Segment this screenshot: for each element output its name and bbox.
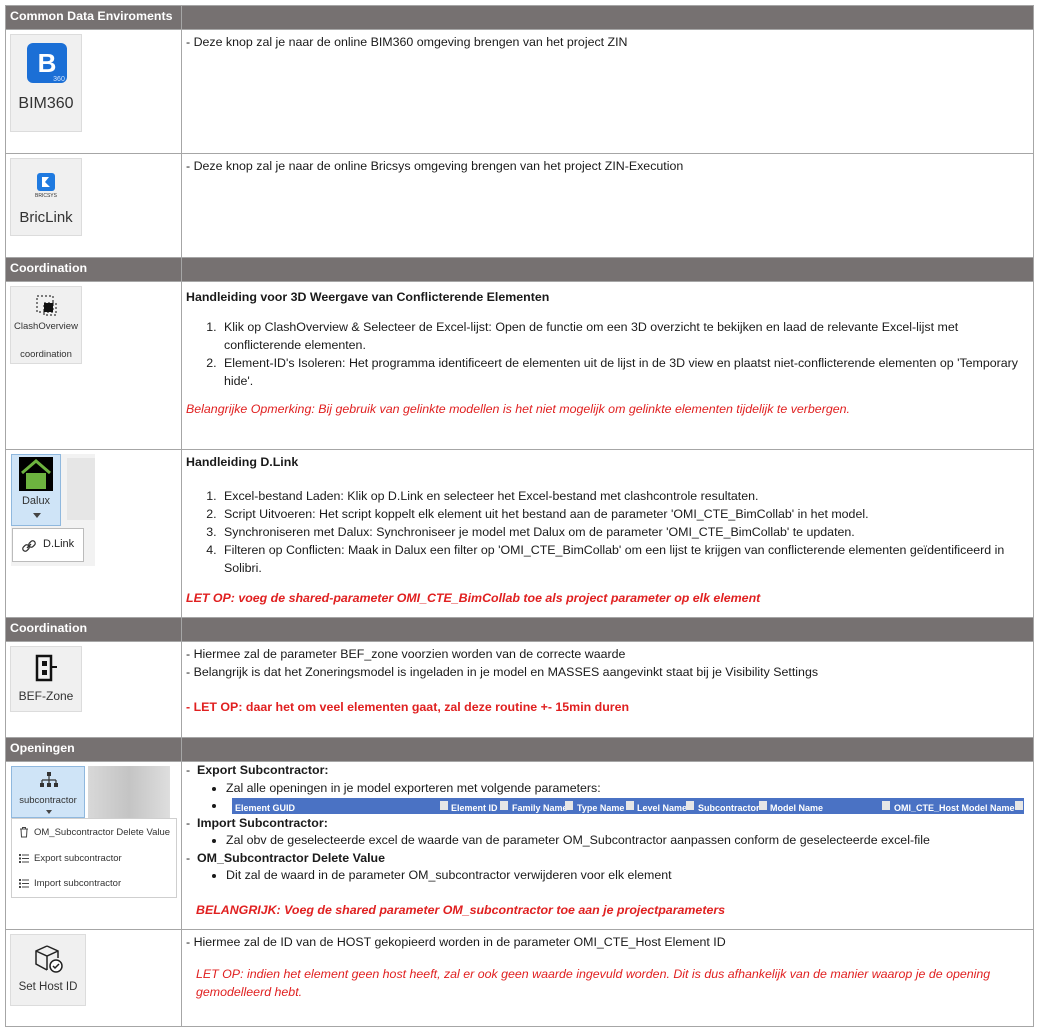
dash: -	[186, 763, 191, 777]
documentation-table: Common Data Enviroments B 360 BIM360 - D…	[5, 5, 1034, 1027]
excel-column-header: Type Name	[577, 802, 625, 813]
section-header-coordination-2: Coordination	[6, 618, 1033, 642]
row-subcontractor: subcontractor OM_Subcontractor Delete Va…	[6, 762, 1033, 930]
bim360-logo-icon: B 360	[27, 43, 67, 83]
row-dlink: Dalux D.Link Handleiding D.Link Excel-be…	[6, 450, 1033, 618]
dlink-heading: Handleiding D.Link	[186, 455, 299, 469]
dlink-step: Synchroniseren met Dalux: Synchroniseer …	[220, 523, 1033, 541]
export-bullet: Zal alle openingen in je model exportere…	[226, 780, 1033, 798]
clash-step: Element-ID's Isoleren: Het programma ide…	[220, 354, 1033, 390]
briclink-button[interactable]: BRICSYS BricLink	[10, 158, 82, 236]
trash-icon	[20, 827, 28, 838]
befzone-note: - LET OP: daar het om veel elementen gaa…	[186, 700, 630, 714]
subcontractor-label: subcontractor	[19, 795, 77, 806]
briclink-label: BricLink	[19, 209, 73, 226]
excel-column-header: OMI_CTE_Host Model Name	[894, 802, 1015, 813]
list-icon	[19, 879, 29, 888]
cube-check-icon	[35, 945, 63, 973]
section-header-cde: Common Data Enviroments	[6, 6, 1033, 30]
dalux-button[interactable]: Dalux	[11, 454, 61, 526]
clash-step: Klik op ClashOverview & Selecteer de Exc…	[220, 318, 1033, 354]
excel-column-header: Level Name	[637, 802, 688, 813]
import-title: Import Subcontractor:	[197, 815, 328, 830]
clash-note: Belangrijke Opmerking: Bij gebruik van g…	[186, 402, 850, 416]
sethost-label: Set Host ID	[18, 981, 78, 993]
menu-item-import[interactable]: Import subcontractor	[34, 878, 121, 889]
menu-item-export[interactable]: Export subcontractor	[34, 853, 122, 864]
bef-zone-icon	[35, 654, 57, 682]
subcontractor-note: BELANGRIJK: Voeg de shared parameter OM_…	[196, 902, 726, 917]
excel-column-header: Model Name	[770, 802, 824, 813]
excel-header-strip: Element GUID Element ID Family Name Type…	[232, 797, 1024, 814]
dlink-steps: Excel-bestand Laden: Klik op D.Link en s…	[220, 487, 1033, 577]
import-bullet: Zal obv de geselecteerde excel de waarde…	[226, 832, 1033, 850]
excel-column-header: Subcontractor	[698, 802, 760, 813]
dlink-step: Filteren op Conflicten: Maak in Dalux ee…	[220, 541, 1033, 577]
excel-column-header: Family Name	[512, 802, 568, 813]
section-header-coordination: Coordination	[6, 258, 1033, 282]
section-title: Openingen	[6, 738, 182, 761]
blurred-ribbon-image	[88, 766, 170, 818]
row-sethost: Set Host ID - Hiermee zal de ID van de H…	[6, 930, 1033, 1026]
bricsys-caption: BRICSYS	[35, 193, 57, 199]
hierarchy-icon	[40, 772, 58, 787]
bricsys-logo-icon	[37, 173, 55, 191]
excel-column-header: Element ID	[451, 802, 498, 813]
sethost-line: - Hiermee zal de ID van de HOST gekopiee…	[186, 935, 726, 949]
dlink-note: LET OP: voeg de shared-parameter OMI_CTE…	[186, 591, 761, 605]
clashoverview-button[interactable]: ClashOverview coordination	[10, 286, 82, 364]
clash-steps: Klik op ClashOverview & Selecteer de Exc…	[220, 318, 1033, 390]
svg-text:360: 360	[53, 76, 65, 83]
dlink-button[interactable]: D.Link	[12, 528, 84, 562]
row-briclink: BRICSYS BricLink - Deze knop zal je naar…	[6, 154, 1033, 258]
chevron-down-icon	[46, 810, 52, 814]
row-clashoverview: ClashOverview coordination Handleiding v…	[6, 282, 1033, 450]
section-title: Common Data Enviroments	[6, 6, 182, 29]
dalux-label: Dalux	[21, 495, 51, 507]
row-befzone: BEF-Zone - Hiermee zal de parameter BEF_…	[6, 642, 1033, 738]
delete-bullet: Dit zal de waard in de parameter OM_subc…	[226, 867, 1033, 885]
dalux-logo-icon	[19, 457, 53, 491]
delete-title: OM_Subcontractor Delete Value	[197, 850, 386, 865]
dash: -	[186, 850, 191, 865]
clash-overview-icon	[36, 295, 57, 316]
section-title: Coordination	[6, 258, 182, 281]
dash: -	[186, 815, 191, 830]
clashoverview-label: ClashOverview	[14, 321, 78, 332]
export-title: Export Subcontractor:	[197, 763, 329, 777]
befzone-button[interactable]: BEF-Zone	[10, 646, 82, 712]
befzone-line: - Hiermee zal de parameter BEF_zone voor…	[186, 647, 626, 661]
bim360-description: - Deze knop zal je naar de online BIM360…	[186, 35, 628, 49]
befzone-line: - Belangrijk is dat het Zoneringsmodel i…	[186, 665, 819, 679]
row-bim360: B 360 BIM360 - Deze knop zal je naar de …	[6, 30, 1033, 154]
subcontractor-button[interactable]: subcontractor	[11, 766, 85, 818]
clash-heading: Handleiding voor 3D Weergave van Conflic…	[186, 290, 550, 304]
dlink-step: Excel-bestand Laden: Klik op D.Link en s…	[220, 487, 1033, 505]
bim360-button[interactable]: B 360 BIM360	[10, 34, 82, 132]
bim360-label: BIM360	[18, 95, 74, 112]
menu-item-delete-value[interactable]: OM_Subcontractor Delete Value	[34, 827, 170, 838]
befzone-label: BEF-Zone	[18, 689, 74, 703]
sethost-button[interactable]: Set Host ID	[10, 934, 86, 1006]
excel-column-header: Element GUID	[235, 802, 296, 813]
dlink-step: Script Uitvoeren: Het script koppelt elk…	[220, 505, 1033, 523]
list-icon	[19, 854, 29, 863]
export-columns-bullet: Element GUID Element ID Family Name Type…	[226, 797, 1033, 815]
section-header-openingen: Openingen	[6, 738, 1033, 762]
subcontractor-dropdown-menu: OM_Subcontractor Delete Value Export sub…	[11, 818, 177, 898]
svg-text:B: B	[38, 48, 57, 78]
clashoverview-group-label: coordination	[20, 349, 72, 360]
chevron-down-icon	[33, 513, 41, 518]
briclink-description: - Deze knop zal je naar de online Bricsy…	[186, 159, 684, 173]
dlink-label: D.Link	[43, 538, 75, 550]
sethost-note: LET OP: indien het element geen host hee…	[196, 967, 991, 999]
section-title: Coordination	[6, 618, 182, 641]
link-icon	[22, 540, 36, 552]
